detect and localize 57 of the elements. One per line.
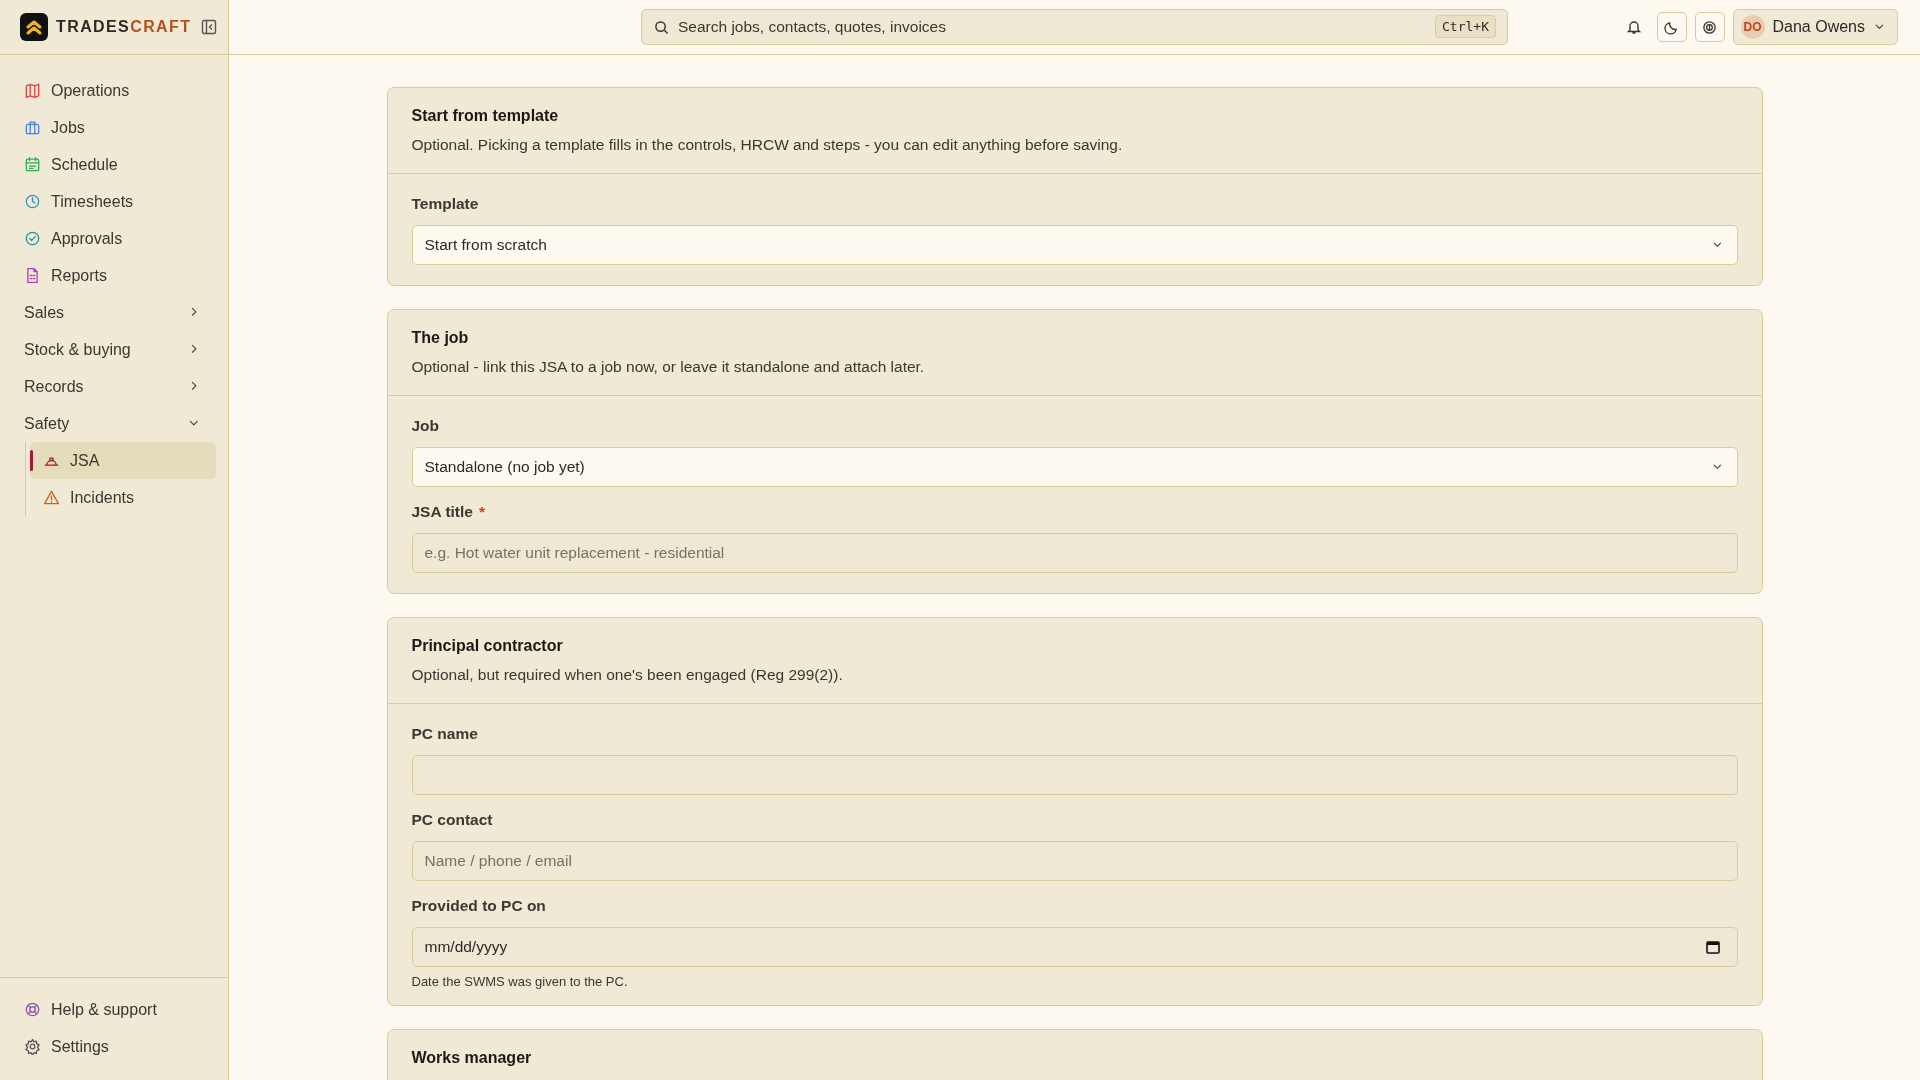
collapse-sidebar-icon[interactable] [201,19,218,35]
field-label: PC contact [411,811,493,829]
document-icon [24,267,41,284]
nav-item[interactable]: Schedule [12,146,216,183]
input-field[interactable] [411,755,1738,795]
field-label: Provided to PC on [411,897,546,915]
nav-item[interactable]: Operations [12,72,216,109]
nav-group[interactable]: Safety [12,405,216,442]
active-indicator [30,450,33,471]
card-description: Optional - link this JSA to a job now, or leave it standalone and attach later. [411,358,926,376]
card-description: Optional. Picking a template fills in the controls, HRCW and steps - you can edit anything before saving. [411,136,1124,154]
clock-icon [24,193,41,210]
map-icon [24,82,41,99]
nav-item[interactable]: JSA [30,442,216,479]
check-circle-icon [24,230,41,247]
field-label: JSA title [411,503,473,521]
user-menu[interactable]: DO Dana Owens [1732,9,1898,45]
input-field[interactable]: Name / phone / email [411,841,1738,881]
nav-item[interactable]: Approvals [12,220,216,257]
required-mark: * [478,503,485,521]
nav-item[interactable]: Help & support [12,991,216,1028]
nav-group[interactable]: Records [12,368,216,405]
contrast-icon [1702,19,1717,35]
theme-button[interactable] [1656,12,1687,42]
lifebuoy-icon [24,1001,41,1018]
settings-icon [24,1038,41,1055]
field-label: Template [411,195,479,213]
nav-item[interactable]: Timesheets [12,183,216,220]
nav-item[interactable]: Incidents [30,479,216,516]
briefcase-icon [24,119,41,136]
select-field[interactable]: Standalone (no job yet) [411,447,1738,487]
card-description: Optional, but required when one's been engaged (Reg 299(2)). [411,666,844,684]
bell-icon [1625,19,1642,35]
moon-icon [1664,19,1679,35]
nav-group[interactable]: Sales [12,294,216,331]
contrast-button[interactable] [1694,12,1725,42]
select-field[interactable]: Start from scratch [411,225,1738,265]
logo-icon [20,13,48,41]
warning-icon [43,489,60,506]
card-title: Principal contractor [411,637,564,655]
nav-group[interactable]: Stock & buying [12,331,216,368]
card-title: The job [411,329,470,347]
date-field[interactable]: mm/dd/yyyy [411,927,1738,967]
card-title: Start from template [411,107,560,125]
shortcut-hint: Ctrl+K [1435,15,1496,38]
calendar-icon[interactable] [1705,940,1720,954]
calendar-icon [24,156,41,173]
user-avatar: DO [1740,15,1765,39]
field-label: PC name [411,725,478,743]
input-field[interactable]: e.g. Hot water unit replacement - residential [411,533,1738,573]
card-title: Works manager [411,1049,533,1067]
nav-item[interactable]: Reports [12,257,216,294]
nav-item[interactable]: Settings [12,1028,216,1065]
brand-name: TRADESCRAFT [56,18,192,36]
nav-item[interactable]: Jobs [12,109,216,146]
field-label: Job [411,417,440,435]
help-text: Date the SWMS was given to the PC. [411,974,629,989]
